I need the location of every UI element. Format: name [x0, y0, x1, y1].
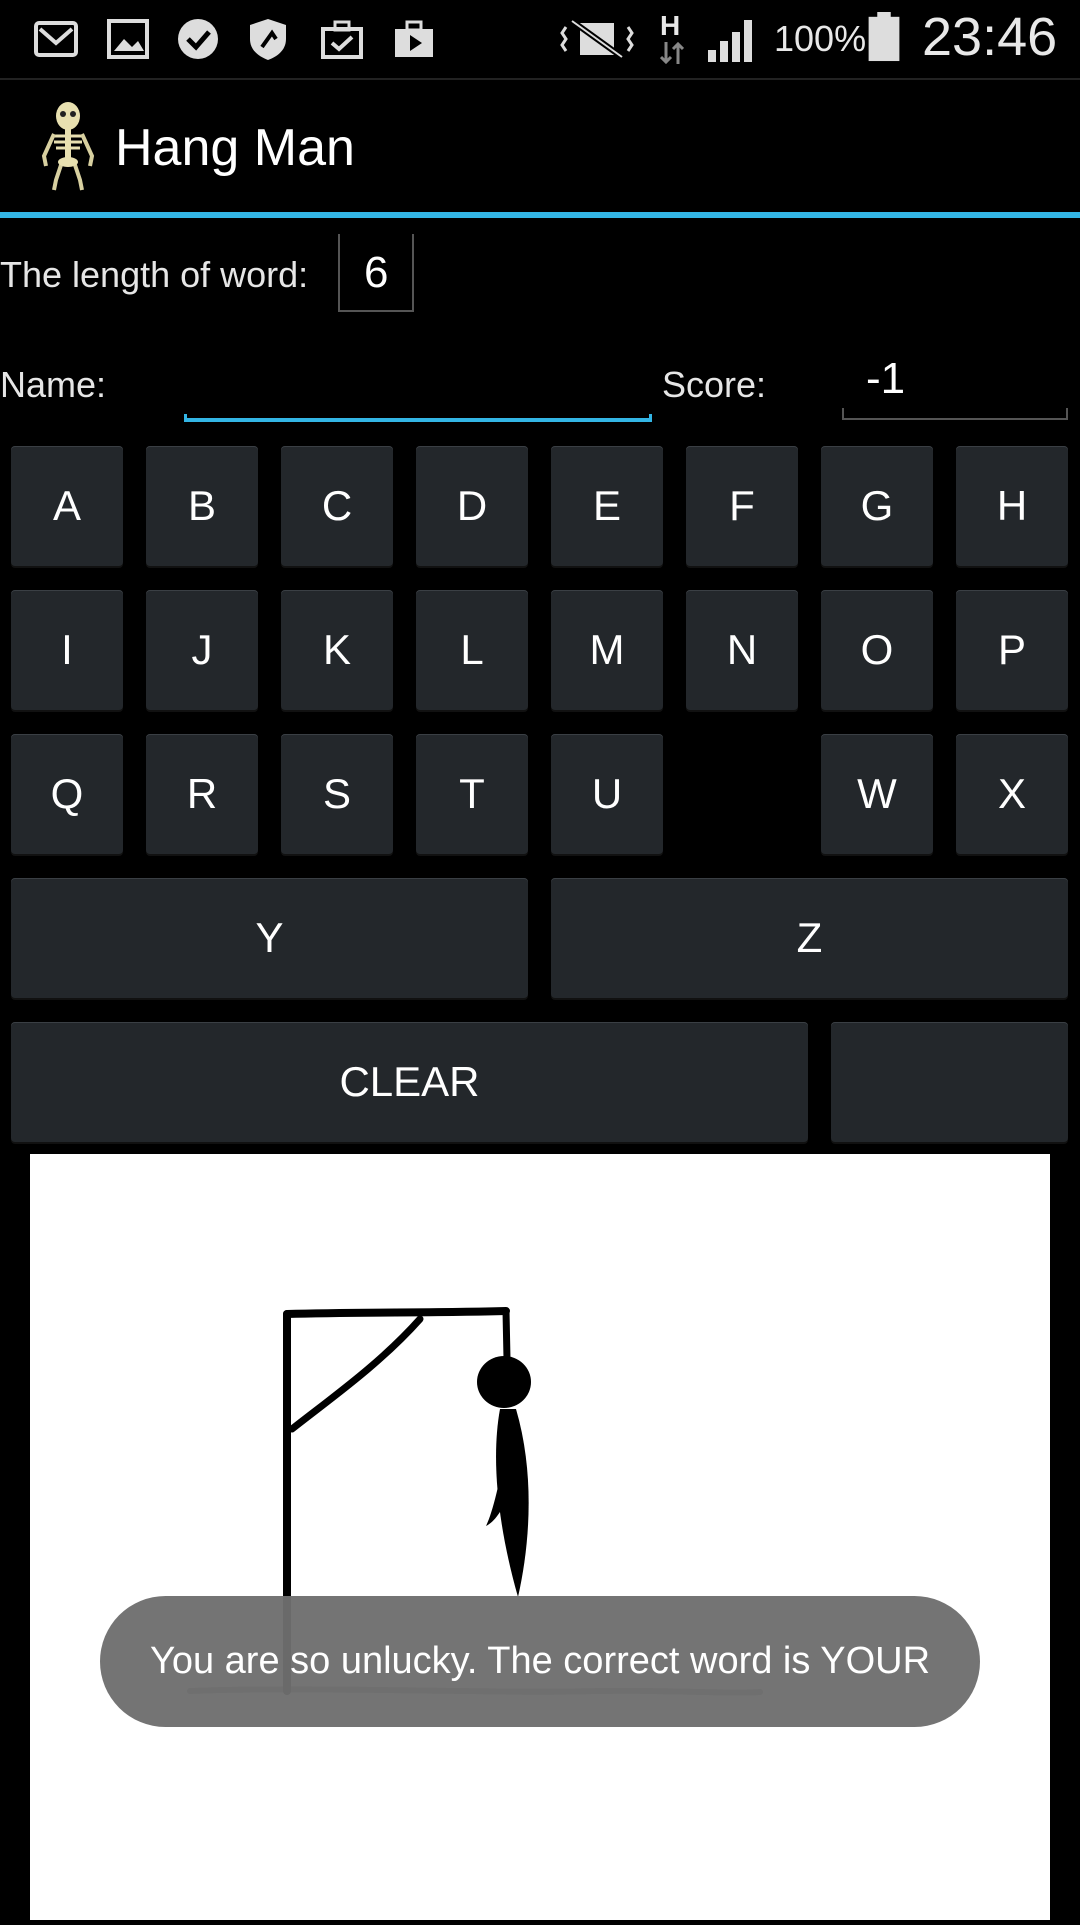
key-c[interactable]: C: [281, 446, 393, 566]
key-i[interactable]: I: [11, 590, 123, 710]
key-s[interactable]: S: [281, 734, 393, 854]
key-l[interactable]: L: [416, 590, 528, 710]
shield-icon: [250, 19, 286, 60]
blank-button[interactable]: [831, 1022, 1068, 1142]
gmail-icon: [34, 21, 78, 57]
status-bar: H 100% 23:46: [0, 0, 1080, 80]
key-y[interactable]: Y: [11, 878, 528, 998]
data-arrows-icon: [660, 42, 684, 64]
key-g[interactable]: G: [821, 446, 933, 566]
score-label: Score:: [662, 364, 767, 405]
briefcase-check-icon: [321, 20, 363, 59]
skeleton-icon: [41, 102, 95, 191]
key-x[interactable]: X: [956, 734, 1068, 854]
toast-text: You are so unlucky. The correct word is …: [149, 1640, 931, 1682]
hangman-canvas: [30, 1154, 1050, 1920]
key-o[interactable]: O: [821, 590, 933, 710]
key-t[interactable]: T: [416, 734, 528, 854]
word-length-label: The length of word:: [0, 254, 309, 295]
name-label: Name:: [0, 364, 107, 405]
word-length-value: 6: [364, 248, 389, 297]
vibrate-icon: [560, 18, 634, 60]
gallery-icon: [107, 19, 149, 59]
key-d[interactable]: D: [416, 446, 528, 566]
word-length-field: 6: [338, 234, 414, 312]
check-circle-icon: [178, 19, 218, 59]
battery-icon: [868, 12, 900, 62]
key-b[interactable]: B: [146, 446, 258, 566]
clear-button[interactable]: CLEAR: [11, 1022, 808, 1142]
score-value: -1: [866, 354, 906, 403]
key-e[interactable]: E: [551, 446, 663, 566]
briefcase-play-icon: [395, 20, 433, 57]
key-q[interactable]: Q: [11, 734, 123, 854]
key-j[interactable]: J: [146, 590, 258, 710]
key-r[interactable]: R: [146, 734, 258, 854]
key-f[interactable]: F: [686, 446, 798, 566]
key-m[interactable]: M: [551, 590, 663, 710]
action-bar-divider: [0, 212, 1080, 218]
clock-time: 23:46: [922, 7, 1058, 67]
network-type-label: H: [660, 10, 681, 41]
key-a[interactable]: A: [11, 446, 123, 566]
key-z[interactable]: Z: [551, 878, 1068, 998]
key-n[interactable]: N: [686, 590, 798, 710]
key-h[interactable]: H: [956, 446, 1068, 566]
score-field: -1: [842, 340, 1068, 420]
key-p[interactable]: P: [956, 590, 1068, 710]
key-u[interactable]: U: [551, 734, 663, 854]
toast-message: You are so unlucky. The correct word is …: [100, 1596, 980, 1727]
name-input[interactable]: [184, 340, 652, 422]
key-w[interactable]: W: [821, 734, 933, 854]
app-title: Hang Man: [115, 119, 355, 177]
hangman-drawing: [187, 1307, 763, 1696]
signal-icon: [708, 20, 752, 62]
battery-percent: 100%: [774, 18, 867, 59]
key-k[interactable]: K: [281, 590, 393, 710]
